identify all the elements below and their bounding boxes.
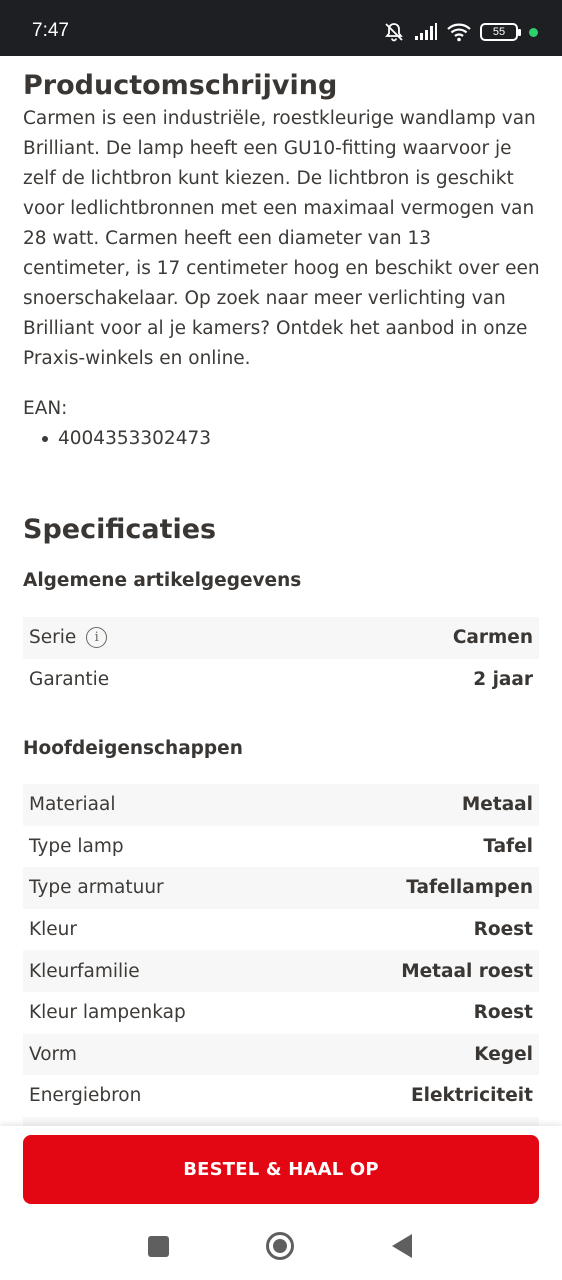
spec-row: Vorm Kegel [23,1033,539,1076]
spec-key: Energiebron [29,1085,142,1107]
spec-value: Elektriciteit [410,1085,533,1107]
status-bar: 7:47 55 [0,0,562,56]
description-text: Carmen is een industriële, roestkleurige… [23,108,540,369]
spec-row: Kleurfamilie Metaal roest [23,950,539,992]
spec-row: Kleur Roest [23,909,539,951]
spec-key: Garantie [29,668,110,690]
spec-value: Tafel [483,835,533,857]
spec-row: Kleur lampenkap Roest [23,992,539,1034]
spec-group-title: Hoofdeigenschappen [23,738,243,759]
spec-row-partial [23,1116,539,1126]
spec-value: Roest [473,1002,533,1024]
description-title: Productomschrijving [23,70,338,101]
bullet-icon [42,436,48,442]
spec-key: Serie [29,627,77,649]
dot-indicator-icon [529,27,538,37]
bottom-action-panel: BESTEL & HAAL OP [0,1126,562,1280]
spec-key: Materiaal [29,794,116,816]
specs-title: Specificaties [23,514,217,545]
spec-row: Type lamp Tafel [23,826,539,868]
spec-value: Metaal roest [401,960,533,982]
status-icons: 55 [383,20,538,44]
spec-table-main: Materiaal Metaal Type lamp Tafel Type ar… [23,784,539,1126]
recent-apps-icon[interactable] [148,1236,169,1257]
spec-value: Kegel [474,1043,533,1065]
spec-key: Kleurfamilie [29,960,140,982]
spec-key: Vorm [29,1043,77,1065]
spec-key: Kleur lampenkap [29,1002,186,1024]
spec-row: Garantie 2 jaar [23,659,539,701]
spec-row: Serie i Carmen [23,617,539,659]
spec-value: Metaal [461,794,533,816]
spec-key: Type armatuur [29,877,164,899]
spec-table-general: Serie i Carmen Garantie 2 jaar [23,617,539,700]
product-details[interactable]: Productomschrijving Carmen is een indust… [0,56,562,1126]
signal-icon [414,23,438,41]
system-nav-bar [0,1222,562,1268]
spec-row: Materiaal Metaal [23,784,539,826]
spec-row: Energiebron Elektriciteit [23,1075,539,1117]
spec-value: Roest [473,919,533,941]
wifi-icon [447,22,471,42]
ean-label: EAN: [23,398,68,419]
battery-icon: 55 [480,23,521,41]
spec-value: Tafellampen [406,877,533,899]
spec-key: Type lamp [29,835,124,857]
spec-row: Type armatuur Tafellampen [23,867,539,909]
spec-key-cell: Serie i [29,627,108,649]
back-icon[interactable] [392,1234,412,1258]
spec-group-title: Algemene artikelgegevens [23,570,302,591]
ean-list-item: 4004353302473 [42,424,211,454]
status-time: 7:47 [32,20,69,41]
spec-value: 2 jaar [473,668,533,690]
bell-muted-icon [383,21,405,43]
ean-value: 4004353302473 [58,428,212,449]
spec-value: Carmen [452,627,533,649]
spec-key: Kleur [29,919,77,941]
home-icon[interactable] [266,1232,294,1260]
info-icon[interactable]: i [86,627,108,649]
order-pickup-button[interactable]: BESTEL & HAAL OP [23,1135,539,1204]
